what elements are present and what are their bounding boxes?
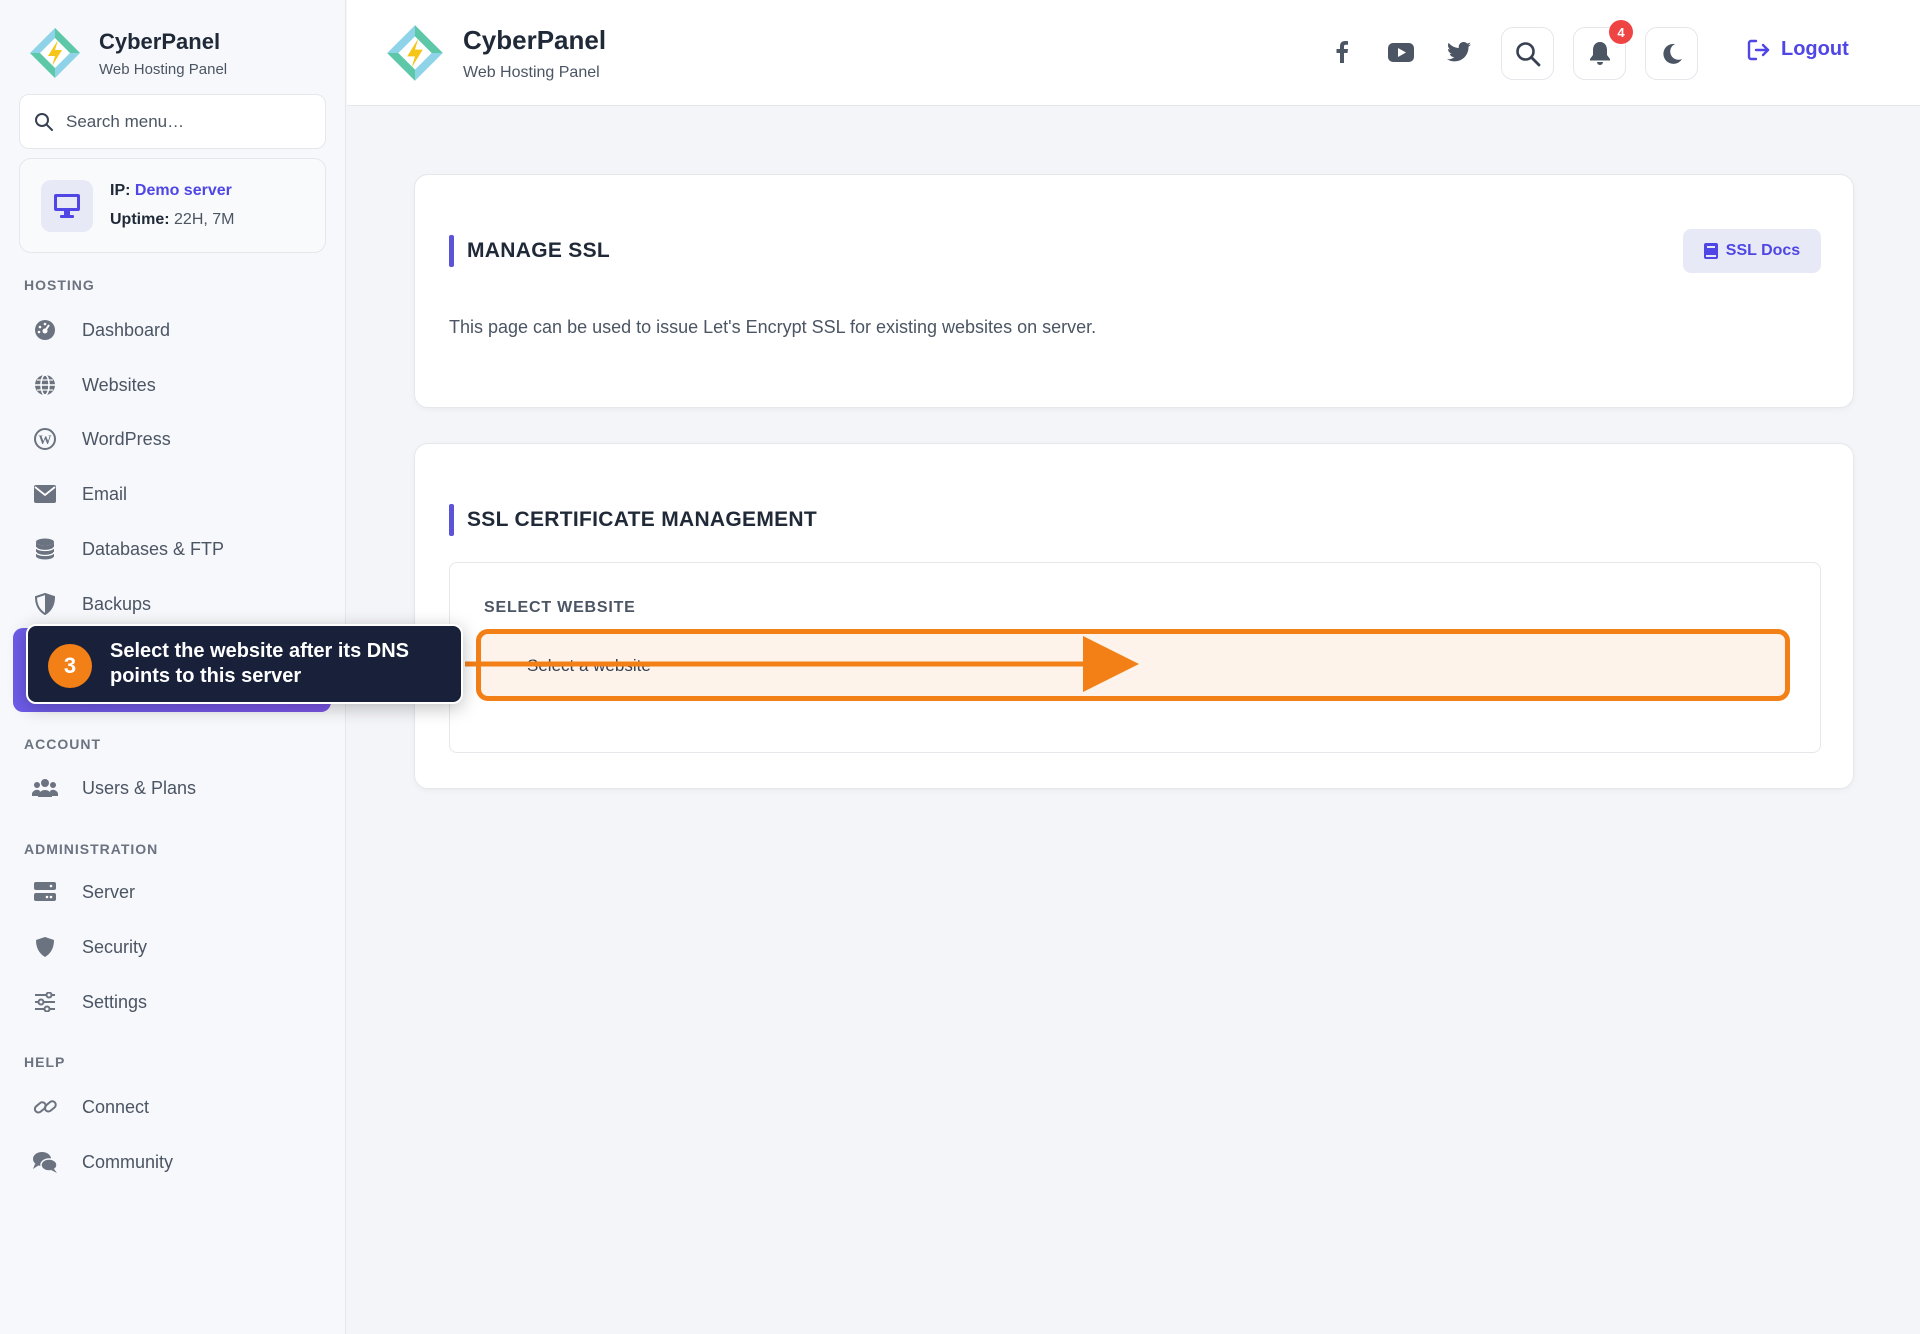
shield-icon bbox=[32, 934, 58, 960]
search-input[interactable] bbox=[66, 111, 306, 132]
globe-icon bbox=[32, 372, 58, 398]
sidebar-item-label: Databases & FTP bbox=[82, 538, 225, 559]
tutorial-arrow bbox=[465, 636, 1139, 692]
comments-icon bbox=[32, 1149, 58, 1175]
logout-button[interactable]: Logout bbox=[1747, 38, 1849, 61]
tutorial-step-number: 3 bbox=[48, 644, 92, 688]
sidebar-item-security[interactable]: Security bbox=[19, 923, 326, 971]
database-icon bbox=[32, 536, 58, 562]
sidebar-brand-subtitle: Web Hosting Panel bbox=[99, 60, 228, 78]
envelope-icon bbox=[32, 481, 58, 507]
sidebar-item-label: Community bbox=[82, 1151, 174, 1172]
link-icon bbox=[32, 1094, 58, 1120]
server-uptime: Uptime: 22H, 7M bbox=[110, 211, 235, 228]
header-brand-name: CyberPanel bbox=[463, 24, 607, 55]
shield-half-icon bbox=[32, 591, 58, 617]
sidebar-item-label: Server bbox=[82, 881, 136, 902]
sidebar-item-backups[interactable]: Backups bbox=[19, 580, 326, 628]
section-account: ACCOUNT bbox=[24, 736, 101, 752]
manage-ssl-description: This page can be used to issue Let's Enc… bbox=[449, 317, 1097, 337]
header-brand-subtitle: Web Hosting Panel bbox=[463, 63, 600, 81]
book-icon bbox=[1703, 243, 1718, 259]
notification-count-badge: 4 bbox=[1609, 20, 1633, 44]
sidebar-item-email[interactable]: Email bbox=[19, 470, 326, 518]
monitor-icon bbox=[41, 180, 93, 232]
server-ip: IP: Demo server bbox=[110, 182, 232, 199]
wordpress-icon: W bbox=[32, 426, 58, 452]
sliders-icon bbox=[32, 989, 58, 1015]
server-info-card: IP: Demo server Uptime: 22H, 7M bbox=[19, 158, 326, 253]
notifications-button[interactable]: 4 bbox=[1573, 20, 1633, 80]
sidebar-search[interactable] bbox=[19, 94, 326, 149]
bell-icon bbox=[1589, 42, 1610, 65]
sidebar-item-label: Dashboard bbox=[82, 319, 171, 340]
sidebar-item-server[interactable]: Server bbox=[19, 868, 326, 916]
sidebar-item-label: Users & Plans bbox=[82, 777, 197, 798]
dashboard-icon bbox=[32, 317, 58, 343]
sidebar-item-dashboard[interactable]: Dashboard bbox=[19, 306, 326, 354]
title-accent-bar bbox=[449, 235, 454, 267]
sidebar-item-websites[interactable]: Websites bbox=[19, 361, 326, 409]
top-header: CyberPanel Web Hosting Panel 4 Logout bbox=[347, 0, 1920, 106]
users-icon bbox=[32, 775, 58, 801]
sidebar-item-label: WordPress bbox=[82, 428, 171, 449]
sidebar-item-label: Backups bbox=[82, 593, 152, 614]
sidebar-brand-name: CyberPanel bbox=[99, 28, 221, 54]
moon-icon bbox=[1662, 43, 1682, 64]
header-brand[interactable]: CyberPanel Web Hosting Panel bbox=[385, 23, 606, 83]
sidebar-item-label: Connect bbox=[82, 1096, 150, 1117]
manage-ssl-card: MANAGE SSL SSL Docs This page can be use… bbox=[414, 174, 1854, 408]
sidebar-item-label: Websites bbox=[82, 374, 156, 395]
ssl-management-title: SSL CERTIFICATE MANAGEMENT bbox=[449, 504, 817, 536]
select-website-label: SELECT WEBSITE bbox=[484, 599, 636, 616]
title-accent-bar bbox=[449, 504, 454, 536]
section-hosting: HOSTING bbox=[24, 277, 95, 293]
cyberpanel-logo-icon bbox=[30, 28, 80, 78]
cyberpanel-logo-icon bbox=[387, 25, 443, 81]
sidebar-item-databases[interactable]: Databases & FTP bbox=[19, 525, 326, 573]
ssl-management-card: SSL CERTIFICATE MANAGEMENT SELECT WEBSIT… bbox=[414, 443, 1854, 789]
server-ip-value: Demo server bbox=[134, 182, 232, 199]
sidebar-item-settings[interactable]: Settings bbox=[19, 978, 326, 1026]
tutorial-step-text: Select the website after its DNS points … bbox=[110, 640, 409, 687]
server-icon bbox=[32, 879, 58, 905]
sidebar-item-label: Security bbox=[82, 936, 148, 957]
sidebar-item-label: Email bbox=[82, 483, 128, 504]
sidebar-item-label: Settings bbox=[82, 991, 148, 1012]
section-administration: ADMINISTRATION bbox=[24, 841, 159, 857]
section-help: HELP bbox=[24, 1054, 66, 1070]
svg-text:W: W bbox=[39, 432, 52, 447]
sidebar-brand[interactable]: CyberPanel Web Hosting Panel bbox=[28, 26, 227, 80]
logout-label: Logout bbox=[1781, 38, 1849, 60]
twitter-icon[interactable] bbox=[1444, 37, 1474, 67]
sign-out-icon bbox=[1747, 39, 1770, 60]
ssl-docs-label: SSL Docs bbox=[1725, 242, 1801, 259]
manage-ssl-title-text: MANAGE SSL bbox=[467, 239, 611, 262]
facebook-icon[interactable] bbox=[1327, 37, 1357, 67]
search-icon bbox=[35, 112, 53, 131]
ssl-management-title-text: SSL CERTIFICATE MANAGEMENT bbox=[467, 508, 818, 531]
dark-mode-toggle[interactable] bbox=[1645, 27, 1698, 80]
sidebar-item-community[interactable]: Community bbox=[19, 1138, 326, 1186]
manage-ssl-title: MANAGE SSL bbox=[449, 235, 610, 267]
search-icon bbox=[1515, 41, 1540, 66]
sidebar-item-connect[interactable]: Connect bbox=[19, 1083, 326, 1131]
tutorial-tooltip: 3 Select the website after its DNS point… bbox=[26, 624, 463, 704]
sidebar-item-wordpress[interactable]: W WordPress bbox=[19, 415, 326, 463]
sidebar-item-users[interactable]: Users & Plans bbox=[19, 764, 326, 812]
youtube-icon[interactable] bbox=[1386, 37, 1416, 67]
ssl-docs-button[interactable]: SSL Docs bbox=[1683, 229, 1821, 273]
server-uptime-value: 22H, 7M bbox=[174, 211, 235, 228]
header-search-button[interactable] bbox=[1501, 27, 1554, 80]
